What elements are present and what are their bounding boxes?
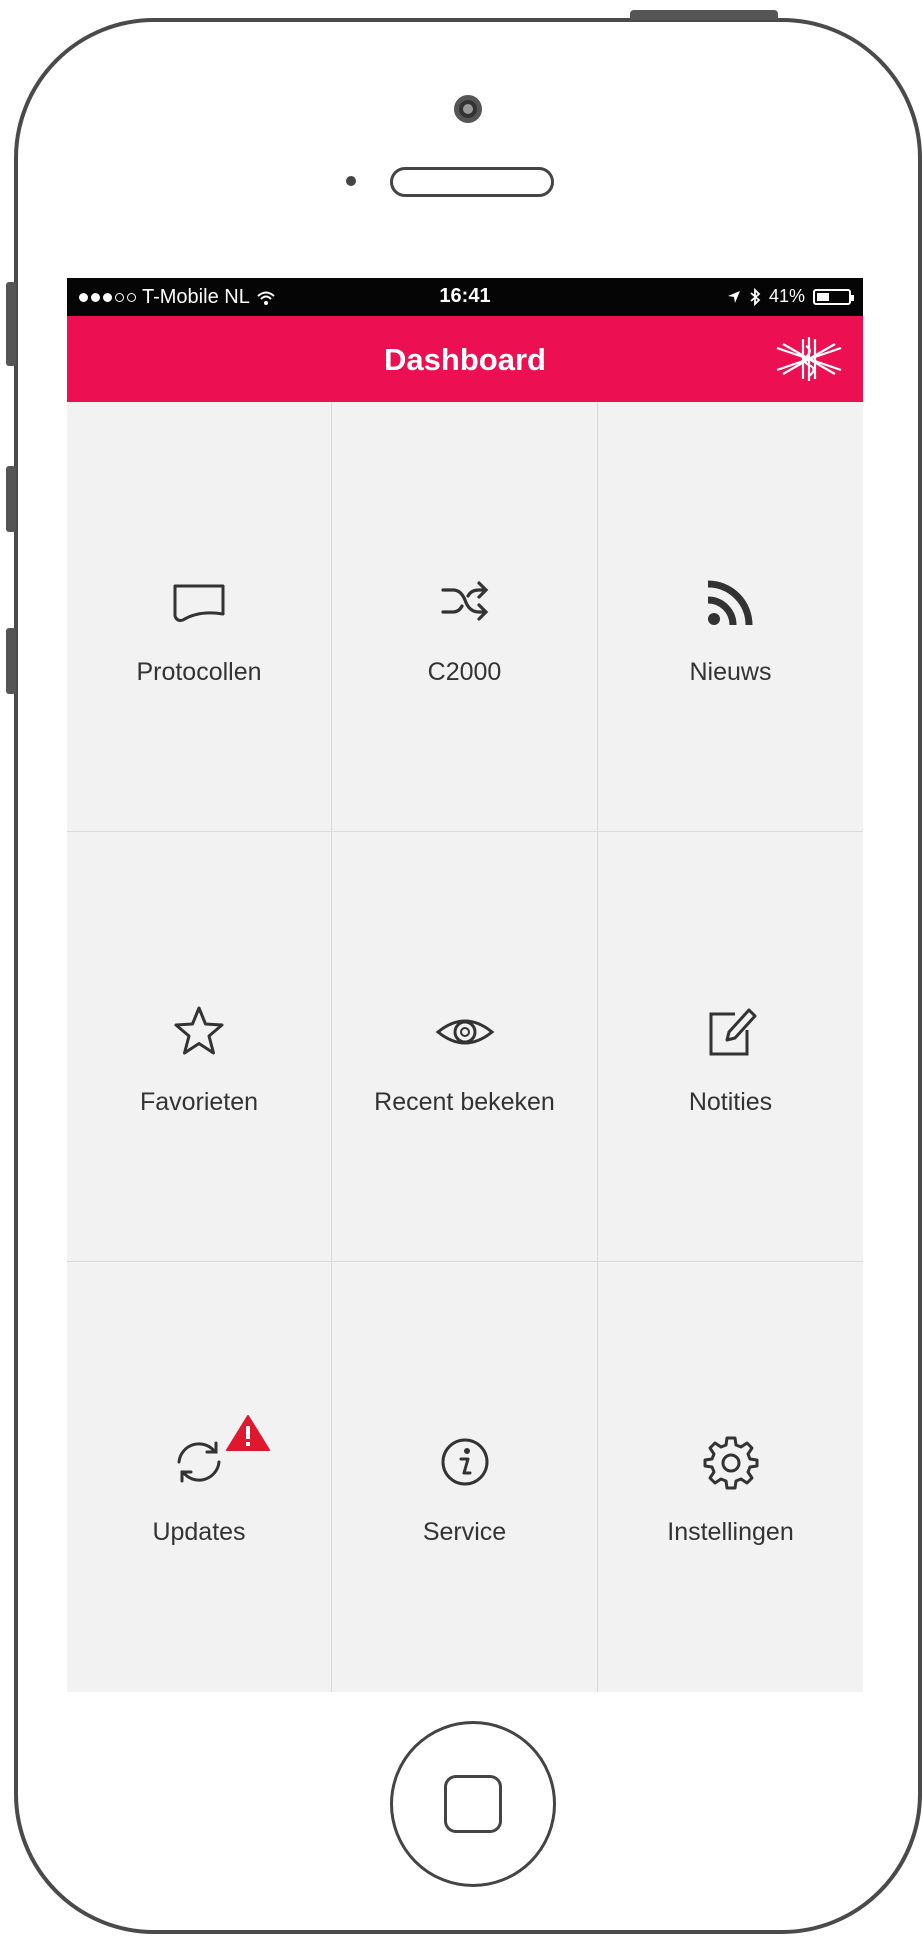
document-icon	[173, 584, 225, 622]
battery-icon	[813, 288, 854, 305]
dashboard-grid: Protocollen C2000 Nieuws Favorieten Rece…	[67, 402, 863, 1692]
location-arrow-icon	[727, 290, 740, 303]
info-icon	[441, 1438, 488, 1486]
tile-service[interactable]: Service	[332, 1262, 598, 1692]
volume-up-button	[6, 466, 16, 532]
eye-icon	[435, 1019, 494, 1045]
home-square-icon	[444, 1775, 502, 1833]
tile-label: Updates	[152, 1518, 246, 1546]
tile-c2000[interactable]: C2000	[332, 402, 598, 832]
tile-label: Notities	[688, 1088, 773, 1116]
shuffle-icon	[440, 581, 488, 621]
star-of-life-logo-icon[interactable]	[769, 334, 849, 384]
power-button	[630, 10, 778, 20]
home-button[interactable]	[390, 1721, 556, 1887]
tile-label: C2000	[427, 658, 502, 686]
nav-bar: Dashboard	[67, 316, 863, 402]
tile-recent-bekeken[interactable]: Recent bekeken	[332, 832, 598, 1262]
tile-label: Instellingen	[667, 1518, 794, 1546]
page-title: Dashboard	[384, 342, 546, 377]
tile-nieuws[interactable]: Nieuws	[598, 402, 863, 832]
battery-percent: 41%	[768, 286, 805, 306]
tile-label: Recent bekeken	[374, 1088, 555, 1116]
earpiece-speaker	[390, 167, 554, 197]
proximity-sensor	[346, 176, 356, 186]
status-bar: T-Mobile NL 16:41 41%	[67, 278, 863, 316]
app-screen: T-Mobile NL 16:41 41% Dashboard Protocol…	[67, 278, 863, 1692]
tile-label: Service	[422, 1518, 507, 1546]
rss-icon	[707, 580, 752, 626]
tile-notities[interactable]: Notities	[598, 832, 863, 1262]
tile-instellingen[interactable]: Instellingen	[598, 1262, 863, 1692]
tile-protocollen[interactable]: Protocollen	[67, 402, 332, 832]
tile-updates[interactable]: Updates	[67, 1262, 332, 1692]
tile-label: Favorieten	[139, 1088, 259, 1116]
tile-favorieten[interactable]: Favorieten	[67, 832, 332, 1262]
star-icon	[174, 1006, 224, 1055]
tile-label: Nieuws	[689, 658, 772, 686]
tile-label: Protocollen	[136, 658, 262, 686]
status-right: 41%	[727, 286, 854, 307]
bluetooth-icon	[750, 287, 761, 306]
gear-icon	[703, 1436, 758, 1490]
mute-switch	[6, 282, 16, 366]
volume-down-button	[6, 628, 16, 694]
front-camera	[454, 95, 482, 123]
warning-icon	[226, 1415, 270, 1451]
battery-level	[817, 292, 830, 301]
edit-note-icon	[709, 1008, 756, 1056]
sync-icon	[177, 1441, 221, 1483]
